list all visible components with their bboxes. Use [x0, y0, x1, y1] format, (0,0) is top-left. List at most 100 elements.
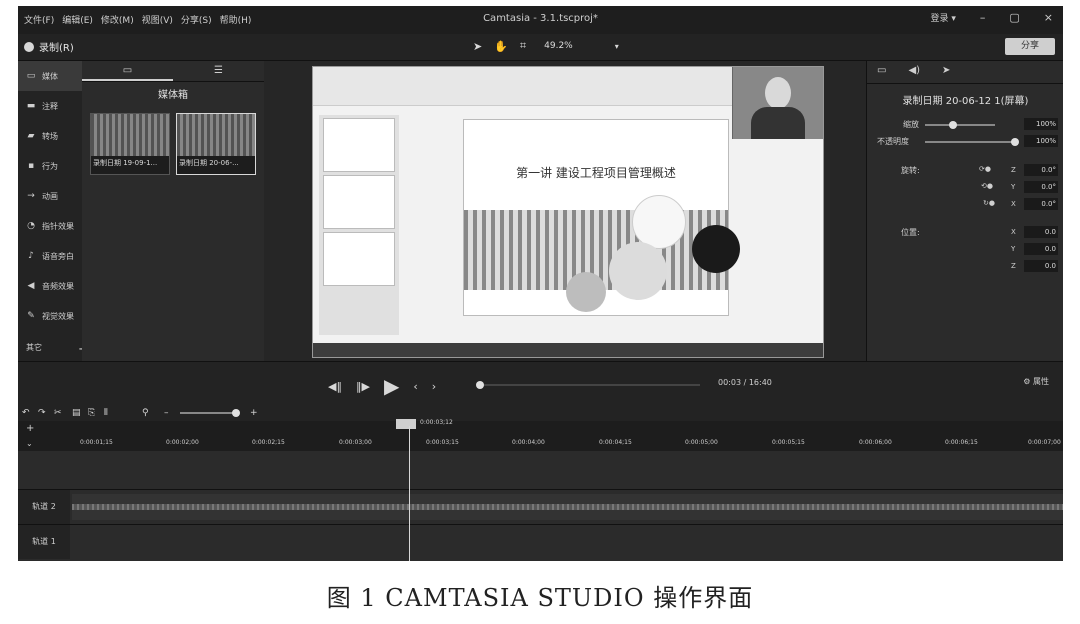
- cut-icon[interactable]: ✂: [54, 408, 62, 418]
- position-z-field[interactable]: 0.0: [1024, 260, 1058, 272]
- visual-properties-icon[interactable]: ▭: [877, 65, 886, 79]
- playback-scrubber[interactable]: [476, 381, 700, 389]
- media-icon: ▭: [26, 71, 36, 81]
- position-axis-label: X: [1011, 228, 1016, 236]
- track-media[interactable]: [72, 494, 1063, 520]
- sidebar-item-media[interactable]: ▭ 媒体: [18, 61, 82, 91]
- rotation-x-field[interactable]: 0.0°: [1024, 198, 1058, 210]
- sidebar-item-visual-effect[interactable]: ✎ 视觉效果: [18, 301, 82, 331]
- playback-bar: ◀‖ ‖▶ ▶ ‹ › 00:03 / 16:40 ⚙ 属性: [18, 361, 1063, 406]
- split-icon[interactable]: ⫴: [104, 408, 108, 418]
- camtasia-window: 文件(F) 编辑(E) 修改(M) 视图(V) 分享(S) 帮助(H) Camt…: [18, 6, 1063, 561]
- bin-heading: 媒体箱: [158, 90, 188, 101]
- track-2[interactable]: 轨道 2: [18, 489, 1063, 524]
- ruler-tick: 0:00:07;00: [1028, 439, 1061, 446]
- zoom-select[interactable]: 49.2%: [544, 41, 573, 51]
- sidebar-item-voice-narration[interactable]: ♪ 语音旁白: [18, 241, 82, 271]
- media-clip-selected[interactable]: 录制日期 20-06-...: [176, 113, 256, 175]
- properties-panel: ▭ ◀) ➤ 录制日期 20-06-12 1(屏幕) 缩放 100% 不透明度 …: [866, 61, 1063, 361]
- timeline-zoom-slider[interactable]: [180, 409, 240, 417]
- timeline-ruler[interactable]: + ⌄ 0:00:01;15 0:00:02;00 0:00:02;15 0:0…: [18, 421, 1063, 451]
- sidebar-item-annotation[interactable]: ▬ 注释: [18, 91, 82, 121]
- sidebar-item-cursor-effect[interactable]: ◔ 指针效果: [18, 211, 82, 241]
- opacity-slider[interactable]: [925, 141, 1015, 143]
- opacity-value-field[interactable]: 100%: [1024, 135, 1058, 147]
- copy-icon[interactable]: ▤: [72, 408, 81, 418]
- login-button[interactable]: 登录 ▾: [930, 11, 955, 24]
- scale-slider-knob[interactable]: [949, 121, 957, 129]
- rotation-label: 旋转:: [901, 166, 920, 175]
- opacity-slider-knob[interactable]: [1011, 138, 1019, 146]
- windows-taskbar: [313, 343, 823, 357]
- playback-controls: ◀‖ ‖▶ ▶ ‹ ›: [328, 374, 436, 398]
- share-button[interactable]: 分享: [1005, 38, 1055, 55]
- scrubber-knob[interactable]: [476, 381, 484, 389]
- tab-media-bin[interactable]: ▭: [82, 61, 173, 81]
- screen-recording-preview[interactable]: 第一讲 建设工程项目管理概述: [312, 66, 824, 358]
- position-x-field[interactable]: 0.0: [1024, 226, 1058, 238]
- position-y-field[interactable]: 0.0: [1024, 243, 1058, 255]
- chevron-down-icon[interactable]: ▾: [615, 42, 619, 51]
- sidebar-item-label: 转场: [42, 131, 58, 141]
- rotation-z-field[interactable]: 0.0°: [1024, 164, 1058, 176]
- playhead-handle[interactable]: [396, 419, 416, 429]
- audio-properties-icon[interactable]: ◀): [908, 65, 920, 79]
- rotate-icon: ⟳●: [979, 165, 991, 173]
- playback-time: 00:03 / 16:40: [718, 378, 772, 387]
- play-icon[interactable]: ▶: [384, 374, 399, 398]
- cursor-effect-icon: ◔: [27, 221, 35, 231]
- properties-button[interactable]: ⚙ 属性: [1023, 376, 1049, 387]
- zoom-search-icon[interactable]: ⚲: [142, 408, 149, 418]
- sidebar-item-animation[interactable]: → 动画: [18, 181, 82, 211]
- redo-icon[interactable]: ↷: [38, 408, 46, 418]
- next-marker-icon[interactable]: ›: [432, 380, 436, 393]
- rotation-axis-label: X: [1011, 200, 1016, 208]
- position-label: 位置:: [901, 228, 920, 237]
- zoom-out-icon[interactable]: –: [164, 408, 169, 418]
- minimize-icon[interactable]: –: [980, 11, 986, 24]
- chevron-down-icon[interactable]: ⌄: [26, 439, 33, 448]
- zoom-slider-knob[interactable]: [232, 409, 240, 417]
- previous-frame-icon[interactable]: ◀‖: [328, 380, 342, 393]
- sidebar-item-audio-effect[interactable]: ◀ 音频效果: [18, 271, 82, 301]
- tab-library[interactable]: ☰: [173, 61, 264, 81]
- pointer-icon[interactable]: ➤: [473, 40, 482, 53]
- ruler-tick: 0:00:03;00: [339, 439, 372, 446]
- undo-icon[interactable]: ↶: [22, 408, 30, 418]
- slide-page: 第一讲 建设工程项目管理概述: [463, 119, 740, 316]
- paste-icon[interactable]: ⎘: [88, 408, 95, 418]
- track-1[interactable]: 轨道 1: [18, 524, 1063, 559]
- ruler-tick: 0:00:02;15: [252, 439, 285, 446]
- record-button[interactable]: 录制(R): [24, 39, 74, 54]
- menu-bar: 文件(F) 编辑(E) 修改(M) 视图(V) 分享(S) 帮助(H) Camt…: [18, 6, 1063, 34]
- restore-icon[interactable]: ▢: [1009, 11, 1019, 24]
- media-clip[interactable]: 录制日期 19-09-1...: [90, 113, 170, 175]
- properties-tabs: ▭ ◀) ➤: [867, 61, 1063, 84]
- media-bin: ▭ ☰ 媒体箱 录制日期 19-09-1... 录制日期 20-06-... ▦…: [82, 61, 334, 361]
- window-title: Camtasia - 3.1.tscproj*: [483, 13, 598, 24]
- zoom-in-icon[interactable]: +: [250, 408, 258, 418]
- previous-marker-icon[interactable]: ‹: [413, 380, 417, 393]
- hand-icon[interactable]: ✋: [494, 40, 508, 53]
- toolbar: 录制(R) ➤ ✋ ⌗ 49.2% ▾ 分享: [18, 34, 1063, 61]
- cursor-properties-icon[interactable]: ➤: [942, 65, 950, 79]
- clip-thumbnail: [91, 114, 169, 156]
- sidebar-item-behavior[interactable]: ▪ 行为: [18, 151, 82, 181]
- crop-icon[interactable]: ⌗: [520, 39, 526, 53]
- scale-slider[interactable]: [925, 124, 995, 126]
- track-label: 轨道 2: [18, 490, 70, 524]
- sidebar-item-label: 视觉效果: [42, 311, 74, 321]
- clip-thumbnail: [177, 114, 255, 156]
- close-icon[interactable]: ×: [1044, 11, 1053, 24]
- add-track-icon[interactable]: +: [26, 423, 34, 434]
- scale-value-field[interactable]: 100%: [1024, 118, 1058, 130]
- position-axis-label: Y: [1011, 245, 1016, 253]
- sidebar-item-label: 注释: [42, 101, 58, 111]
- sidebar-item-transition[interactable]: ▰ 转场: [18, 121, 82, 151]
- rotation-axis-label: Z: [1011, 166, 1016, 174]
- playhead[interactable]: [409, 426, 410, 561]
- transition-icon: ▰: [27, 131, 35, 141]
- next-frame-icon[interactable]: ‖▶: [356, 380, 370, 393]
- rotation-y-field[interactable]: 0.0°: [1024, 181, 1058, 193]
- sidebar-more[interactable]: 其它: [26, 342, 42, 353]
